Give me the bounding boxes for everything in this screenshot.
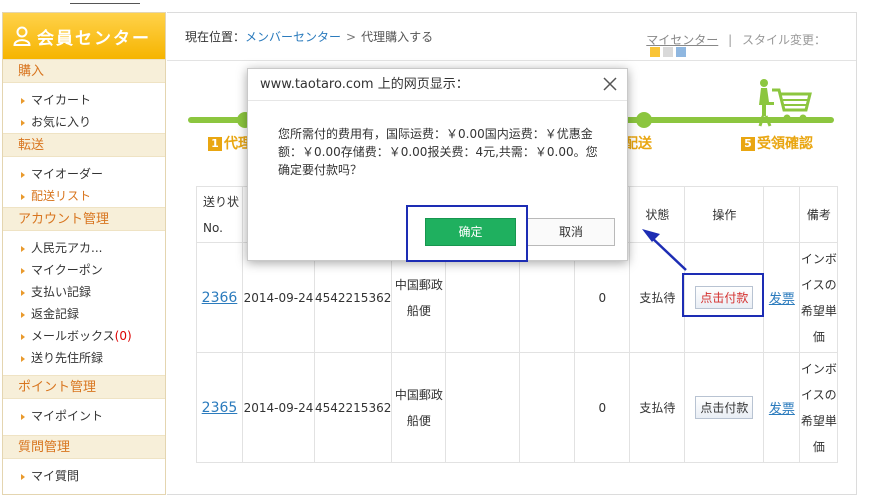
page: 会員センター 購入 マイカート お気に入り 転送 マイオーダー 配送リスト アカ… bbox=[0, 0, 880, 495]
cancel-button[interactable]: 取消 bbox=[527, 218, 615, 246]
dialog-title: www.taotaro.com 上的网页显示： bbox=[248, 69, 627, 101]
dialog-message: 您所需付的费用有，国际运费：￥0.00国内运费：￥优惠金额：￥0.00存储费：￥… bbox=[278, 127, 598, 177]
close-icon[interactable] bbox=[603, 77, 617, 91]
annotation-box-confirm bbox=[406, 205, 528, 262]
